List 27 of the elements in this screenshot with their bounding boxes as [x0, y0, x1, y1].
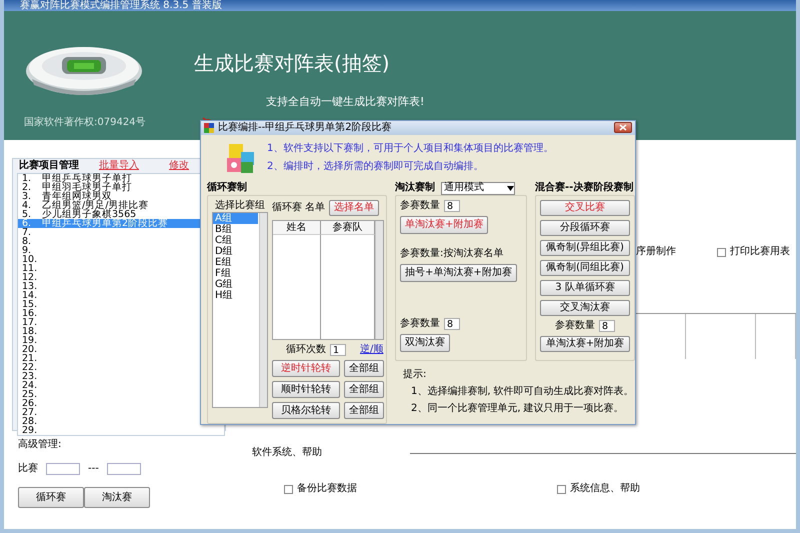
field-label: 循环赛 名单	[272, 202, 326, 214]
field-label: 参赛数量:按淘汰赛名单	[400, 248, 504, 260]
field-label: 参赛数量	[400, 200, 440, 212]
section-title: 软件系统、帮助	[252, 447, 322, 459]
panel-title: 比赛项目管理	[19, 160, 80, 172]
tip-text: 1、选择编排赛制, 软件即可自动生成比赛对阵表。	[410, 386, 635, 398]
separator-text: ---	[88, 463, 99, 475]
copyright-text: 国家软件著作权:079424号	[24, 117, 146, 129]
section-title: 高级管理:	[18, 439, 62, 451]
tips-title: 提示:	[403, 369, 428, 381]
section-label: 序册制作	[636, 246, 676, 258]
field-label: 循环次数	[286, 344, 326, 356]
dialog-title: 比赛编排--甲组乒乓球男单第2阶段比赛	[218, 122, 393, 134]
field-label: 参赛数量	[555, 320, 595, 332]
tip-text: 2、同一个比赛管理单元, 建议只用于一项比赛。	[410, 403, 625, 415]
field-label: 选择比赛组	[214, 200, 266, 212]
note-text: 1、软件支持以下赛制，可用于个人项目和集体项目的比赛管理。	[267, 142, 554, 155]
field-label: 比赛	[18, 463, 38, 475]
column-header: 姓名	[273, 221, 321, 235]
banner-subtitle: 支持全自动一键生成比赛对阵表!	[266, 95, 424, 108]
field-label: 参赛数量	[400, 318, 440, 330]
section-title: 循环赛制	[207, 181, 248, 195]
section-title: 淘汰赛制	[395, 182, 435, 194]
banner-title: 生成比赛对阵表(抽签)	[194, 51, 391, 75]
note-text: 2、编排时，选择所需的赛制即可完成自动编排。	[267, 160, 484, 173]
section-title: 混合赛--决赛阶段赛制	[535, 181, 634, 195]
column-header: 参赛队	[321, 221, 375, 235]
